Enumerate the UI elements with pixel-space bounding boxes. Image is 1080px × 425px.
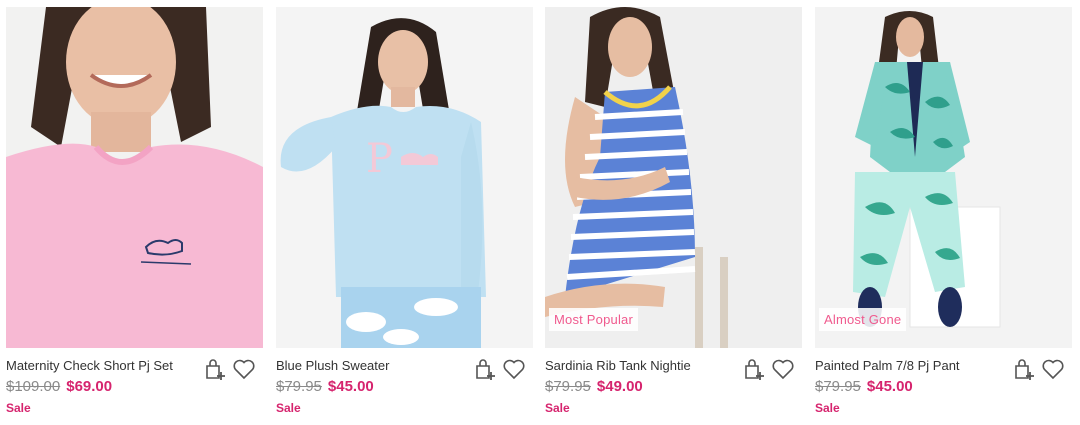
product-name[interactable]: Sardinia Rib Tank Nightie [545, 358, 691, 373]
heart-icon[interactable] [502, 357, 526, 381]
product-actions [472, 357, 526, 381]
product-badge: Almost Gone [819, 308, 907, 331]
product-image[interactable] [6, 7, 263, 348]
sale-label: Sale [6, 401, 31, 415]
product-image[interactable]: Almost Gone [815, 7, 1072, 348]
product-info: Painted Palm 7/8 Pj Pant $79.95 $45.00 Sa… [815, 348, 1072, 418]
product-info: Sardinia Rib Tank Nightie $79.95 $49.00 S… [545, 348, 802, 418]
price-row: $79.95 $49.00 [545, 378, 643, 395]
heart-icon[interactable] [771, 357, 795, 381]
product-card[interactable]: P Blue Plush Sweater $79.95 $45.00 Sale [276, 7, 533, 418]
sale-label: Sale [815, 401, 840, 415]
product-grid: Maternity Check Short Pj Set $109.00 $69.… [0, 0, 1080, 425]
price-row: $109.00 $69.00 [6, 378, 112, 395]
bag-plus-icon[interactable] [202, 357, 226, 381]
svg-text:P: P [366, 136, 393, 182]
bag-plus-icon[interactable] [1011, 357, 1035, 381]
heart-icon[interactable] [232, 357, 256, 381]
product-badge: Most Popular [549, 308, 638, 331]
was-price: $79.95 [545, 378, 591, 395]
product-card[interactable]: Maternity Check Short Pj Set $109.00 $69.… [6, 7, 263, 418]
sale-label: Sale [545, 401, 570, 415]
product-card[interactable]: Most Popular Sardinia Rib Tank Nightie $… [545, 7, 802, 418]
product-image[interactable]: Most Popular [545, 7, 802, 348]
was-price: $79.95 [276, 378, 322, 395]
sale-price: $49.00 [596, 378, 643, 395]
product-info: Maternity Check Short Pj Set $109.00 $69.… [6, 348, 263, 418]
price-row: $79.95 $45.00 [815, 378, 913, 395]
sale-price: $45.00 [327, 378, 374, 395]
sale-label: Sale [276, 401, 301, 415]
was-price: $79.95 [815, 378, 861, 395]
product-name[interactable]: Maternity Check Short Pj Set [6, 358, 173, 373]
product-name[interactable]: Blue Plush Sweater [276, 358, 389, 373]
product-actions [1011, 357, 1065, 381]
sale-price: $45.00 [866, 378, 913, 395]
product-image[interactable]: P [276, 7, 533, 348]
product-name[interactable]: Painted Palm 7/8 Pj Pant [815, 358, 960, 373]
bag-plus-icon[interactable] [741, 357, 765, 381]
product-info: Blue Plush Sweater $79.95 $45.00 Sale [276, 348, 533, 418]
heart-icon[interactable] [1041, 357, 1065, 381]
price-row: $79.95 $45.00 [276, 378, 374, 395]
product-actions [202, 357, 256, 381]
product-card[interactable]: Almost Gone Painted Palm 7/8 Pj Pant $79… [815, 7, 1072, 418]
sale-price: $69.00 [66, 378, 113, 395]
bag-plus-icon[interactable] [472, 357, 496, 381]
was-price: $109.00 [6, 378, 61, 395]
product-actions [741, 357, 795, 381]
